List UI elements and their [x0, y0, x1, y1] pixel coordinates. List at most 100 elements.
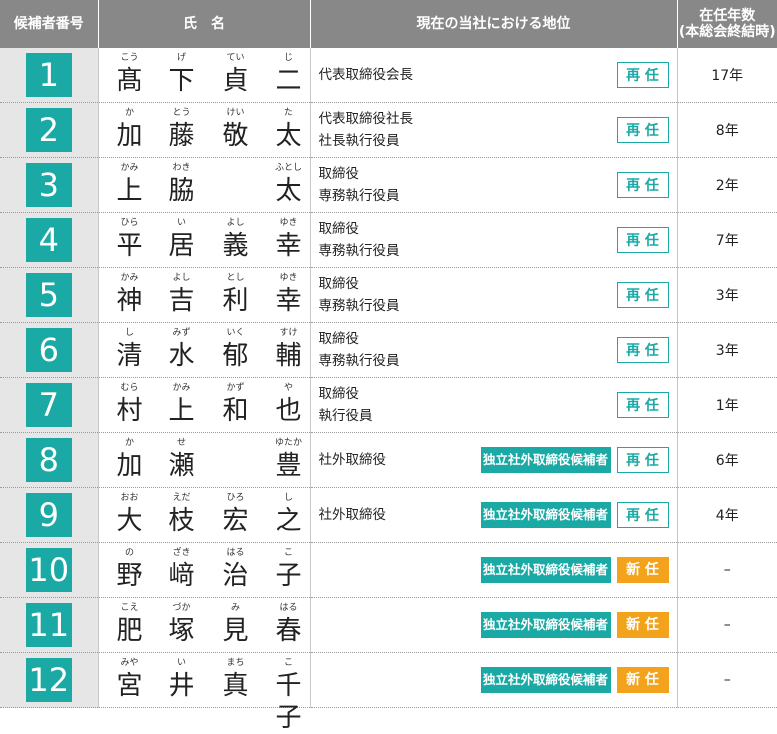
reappointment-badge: 再 任 [616, 62, 669, 88]
ruby-text: みや [120, 658, 139, 668]
table-row: 1 こう 髙 げ 下 てい 貞 じ 二 代表取締役会長 再 任 17年 [0, 48, 777, 103]
reappointment-badge: 再 任 [616, 172, 669, 198]
name-char: はる 治 [211, 543, 261, 592]
ruby-text: づか [172, 603, 191, 613]
tenure-years: 7年 [677, 212, 777, 268]
name-char: ひら 平 [105, 213, 155, 262]
candidate-number-cell: 9 [0, 487, 99, 543]
position-line: 専務執行役員 [318, 298, 400, 314]
name-char: みや 宮 [105, 653, 155, 702]
name-char: かみ 上 [105, 158, 155, 207]
candidate-number-cell: 2 [0, 102, 99, 158]
name-char: こえ 肥 [105, 598, 155, 647]
kanji-text: 豊 [275, 451, 302, 481]
tenure-years: 1年 [677, 377, 777, 433]
name-char: た 太 [264, 103, 314, 152]
candidate-number: 5 [25, 273, 72, 317]
ruby-text: むら [120, 383, 139, 393]
header-years-line2: (本総会終結時) [678, 24, 776, 40]
ruby-text: や [283, 383, 293, 393]
position-line: 社外取締役 [318, 507, 387, 523]
kanji-text: 和 [222, 396, 249, 426]
kanji-text: 村 [116, 396, 143, 426]
name-char: の 野 [105, 543, 155, 592]
kanji-text: 加 [116, 451, 143, 481]
ruby-text: ふとし [274, 163, 302, 173]
name-char [211, 433, 261, 450]
ruby-text: し [124, 328, 134, 338]
ruby-text: ひろ [226, 493, 245, 503]
name-char: とう 藤 [157, 103, 207, 152]
name-char: みず 水 [157, 323, 207, 372]
kanji-text: 幸 [275, 231, 302, 261]
position-text: 社外取締役 [319, 504, 387, 526]
ruby-text: はる [279, 603, 298, 613]
name-char: じ 二 [264, 48, 314, 97]
reappointment-badge: 再 任 [616, 227, 669, 253]
name-char: かみ 上 [157, 378, 207, 427]
kanji-text: 敬 [222, 121, 249, 151]
tenure-years: 6年 [677, 432, 777, 488]
name-char: か 加 [105, 103, 155, 152]
ruby-text: ひら [120, 218, 139, 228]
candidate-number-cell: 3 [0, 157, 99, 213]
independent-badge: 独立社外取締役候補者 [480, 447, 611, 473]
kanji-text: 上 [168, 396, 195, 426]
table-row: 3 かみ 上 わき 脇 ふとし 太 取締役 専務執行役員 再 任 2年 [0, 157, 777, 213]
kanji-text: 居 [168, 231, 195, 261]
reappointment-badge: 再 任 [616, 502, 669, 528]
candidates-table: 候補者番号 氏 名 現在の当社における地位 在任年数 (本総会終結時) 1 こう… [0, 0, 777, 733]
ruby-text: み [230, 603, 240, 613]
name-char: か 加 [105, 433, 155, 482]
independent-badge: 独立社外取締役候補者 [480, 557, 611, 583]
ruby-text: かず [226, 383, 245, 393]
kanji-text: 春 [275, 616, 302, 646]
name-char: み 見 [211, 598, 261, 647]
ruby-text: かみ [172, 383, 191, 393]
ruby-text: こ [283, 658, 293, 668]
position-text: 社外取締役 [319, 449, 387, 471]
name-char: いく 郁 [211, 323, 261, 372]
candidate-name-cell: こえ 肥 づか 塚 み 見 はる 春 [98, 597, 311, 653]
position-cell: 取締役 専務執行役員 再 任 [310, 212, 678, 268]
reappointment-badge: 再 任 [616, 337, 669, 363]
independent-badge: 独立社外取締役候補者 [480, 502, 611, 528]
candidate-number-cell: 1 [0, 48, 99, 103]
tenure-years: 3年 [677, 267, 777, 323]
candidate-name-cell: し 清 みず 水 いく 郁 すけ 輔 [98, 322, 311, 378]
kanji-text: 加 [116, 121, 143, 151]
ruby-text: すけ [279, 328, 298, 338]
header-years-line1: 在任年数 [699, 7, 756, 24]
candidate-name-cell: か 加 とう 藤 けい 敬 た 太 [98, 102, 311, 158]
candidate-number: 4 [25, 218, 72, 262]
tenure-years: – [677, 652, 777, 708]
reappointment-badge: 再 任 [616, 282, 669, 308]
position-text: 取締役 執行役員 [319, 383, 373, 427]
ruby-text: た [283, 108, 293, 118]
kanji-text: 上 [116, 176, 143, 206]
position-line: 取締役 [318, 166, 360, 182]
kanji-text: 輔 [275, 341, 302, 371]
position-text: 取締役 専務執行役員 [319, 328, 400, 372]
candidate-number: 2 [25, 108, 72, 152]
kanji-text: 神 [116, 286, 143, 316]
reappointment-badge: 再 任 [616, 117, 669, 143]
position-line: 取締役 [318, 331, 360, 347]
ruby-text: かみ [120, 163, 139, 173]
position-cell: 取締役専務執行役員 再 任 [310, 322, 678, 378]
candidate-number-cell: 4 [0, 212, 99, 268]
position-line: 取締役 [318, 386, 360, 402]
position-line: 専務執行役員 [318, 353, 400, 369]
kanji-text: 藤 [168, 121, 195, 151]
name-char: こ 子 [264, 543, 314, 592]
kanji-text: 見 [222, 616, 249, 646]
kanji-text: 瀬 [168, 451, 195, 481]
ruby-text: ゆき [279, 218, 298, 228]
kanji-text: 貞 [222, 66, 249, 96]
ruby-text: の [124, 548, 134, 558]
ruby-text: か [124, 438, 134, 448]
position-text: 代表取締役社長 社長執行役員 [319, 108, 414, 152]
ruby-text: まち [226, 658, 245, 668]
candidate-number: 1 [25, 53, 72, 97]
ruby-text [211, 161, 261, 175]
